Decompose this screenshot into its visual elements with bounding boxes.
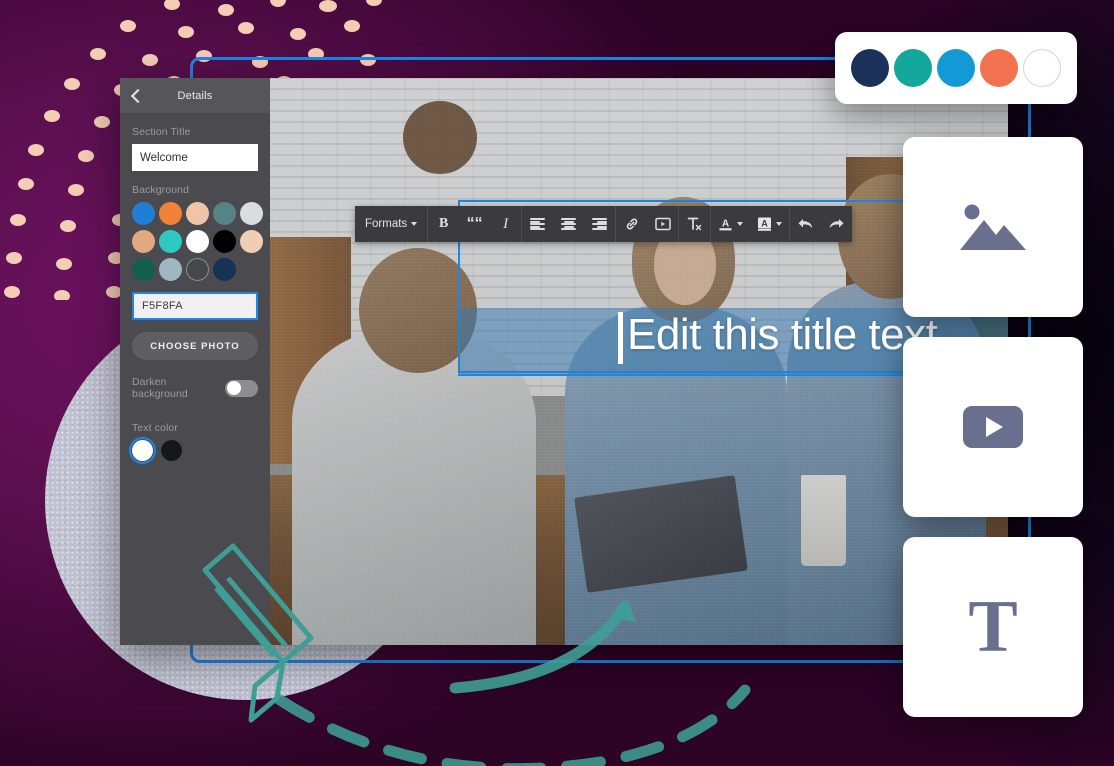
bold-icon: B	[439, 216, 449, 231]
text-color-icon: A	[719, 219, 732, 231]
background-swatch-peach[interactable]	[186, 202, 209, 225]
media-embed-icon	[654, 217, 671, 231]
insert-media-button[interactable]	[647, 206, 678, 242]
background-swatch-turquoise[interactable]	[159, 230, 182, 253]
palette-swatch-blue[interactable]	[936, 49, 975, 87]
quote-icon: ““	[466, 215, 483, 232]
italic-button[interactable]: I	[490, 206, 521, 242]
align-left-button[interactable]	[522, 206, 553, 242]
title-text[interactable]: Edit this title text	[627, 310, 938, 360]
background-label: Background	[132, 184, 190, 196]
color-palette-card	[835, 32, 1077, 104]
rich-text-toolbar: Formats B ““ I A A	[355, 206, 853, 242]
toolbar-group-clear	[679, 206, 712, 242]
video-block-card[interactable]	[903, 337, 1083, 517]
blockquote-button[interactable]: ““	[459, 206, 490, 242]
play-button-icon	[963, 406, 1023, 448]
editor-canvas[interactable]: Edit this title text	[270, 78, 1008, 645]
text-t-icon: T	[968, 586, 1018, 668]
align-center-icon	[561, 218, 577, 230]
background-hex-value: F5F8FA	[142, 300, 183, 312]
screenshot-stage: Details Section Title Background F5F8FA …	[0, 0, 1114, 766]
text-caret	[618, 312, 623, 364]
align-right-button[interactable]	[584, 206, 615, 242]
toolbar-group-formats: Formats	[355, 206, 429, 242]
darken-background-toggle[interactable]	[225, 379, 258, 397]
text-block-card[interactable]: T	[903, 537, 1083, 717]
image-block-card[interactable]	[903, 137, 1083, 317]
redo-arrow-icon	[829, 219, 844, 229]
italic-icon: I	[503, 215, 509, 232]
section-title-label: Section Title	[132, 126, 191, 138]
background-swatch-blue-gray[interactable]	[159, 258, 182, 281]
svg-text:A: A	[722, 219, 729, 230]
formats-dropdown[interactable]: Formats	[355, 206, 427, 242]
toolbar-group-align	[522, 206, 617, 242]
background-swatch-grid	[132, 202, 263, 281]
text-color-black[interactable]	[161, 440, 182, 461]
undo-arrow-icon	[798, 219, 813, 229]
align-right-icon	[592, 218, 608, 230]
align-left-icon	[530, 218, 546, 230]
text-color-options	[128, 436, 258, 465]
toolbar-group-colors: A A	[711, 206, 791, 242]
sidebar-title: Details	[177, 89, 213, 102]
background-swatch-light-gray[interactable]	[240, 202, 263, 225]
background-swatch-navy[interactable]	[213, 258, 236, 281]
background-swatch-dark-green[interactable]	[132, 258, 155, 281]
palette-swatch-teal[interactable]	[894, 49, 933, 87]
background-swatch-blue[interactable]	[132, 202, 155, 225]
chevron-down-icon	[776, 222, 783, 226]
background-swatch-light-peach[interactable]	[240, 230, 263, 253]
back-chevron-icon[interactable]	[129, 89, 143, 103]
sidebar-header: Details	[120, 78, 270, 113]
background-swatch-orange[interactable]	[159, 202, 182, 225]
text-color-label: Text color	[132, 422, 178, 434]
palette-swatch-white[interactable]	[1022, 49, 1061, 87]
darken-background-row: Darken background	[132, 376, 258, 400]
photo-mountain-icon	[960, 204, 1026, 250]
section-title-input[interactable]	[132, 144, 258, 171]
toolbar-group-insert	[616, 206, 680, 242]
background-hex-input[interactable]: F5F8FA	[132, 292, 258, 320]
choose-photo-button[interactable]: CHOOSE PHOTO	[132, 332, 258, 360]
svg-text:A: A	[761, 219, 768, 229]
background-swatch-white[interactable]	[186, 230, 209, 253]
link-icon	[626, 218, 637, 230]
background-swatch-dark-gray[interactable]	[186, 258, 209, 281]
choose-photo-label: CHOOSE PHOTO	[150, 340, 240, 352]
toolbar-group-style: B ““ I	[428, 206, 523, 242]
clear-formatting-button[interactable]	[679, 206, 710, 242]
undo-button[interactable]	[790, 206, 821, 242]
redo-button[interactable]	[821, 206, 852, 242]
toggle-knob	[226, 381, 241, 395]
details-sidebar: Details Section Title Background F5F8FA …	[120, 78, 270, 645]
palette-swatch-coral[interactable]	[979, 49, 1018, 87]
bold-button[interactable]: B	[428, 206, 459, 242]
background-swatch-black[interactable]	[213, 230, 236, 253]
formats-label: Formats	[365, 218, 408, 230]
align-center-button[interactable]	[553, 206, 584, 242]
text-color-button[interactable]: A	[711, 206, 750, 242]
highlight-color-icon: A	[758, 217, 772, 231]
chevron-down-icon	[737, 222, 744, 226]
darken-background-label: Darken background	[132, 376, 188, 400]
insert-link-button[interactable]	[616, 206, 647, 242]
highlight-color-button[interactable]: A	[750, 206, 789, 242]
chevron-down-icon	[411, 222, 418, 226]
editor-window: Details Section Title Background F5F8FA …	[120, 78, 1008, 645]
text-color-section: Text color	[128, 422, 258, 465]
toolbar-group-history	[790, 206, 852, 242]
clear-format-icon	[687, 217, 702, 231]
text-color-white[interactable]	[128, 436, 157, 465]
background-swatch-tan[interactable]	[132, 230, 155, 253]
background-swatch-teal-gray[interactable]	[213, 202, 236, 225]
palette-swatch-navy[interactable]	[851, 49, 890, 87]
